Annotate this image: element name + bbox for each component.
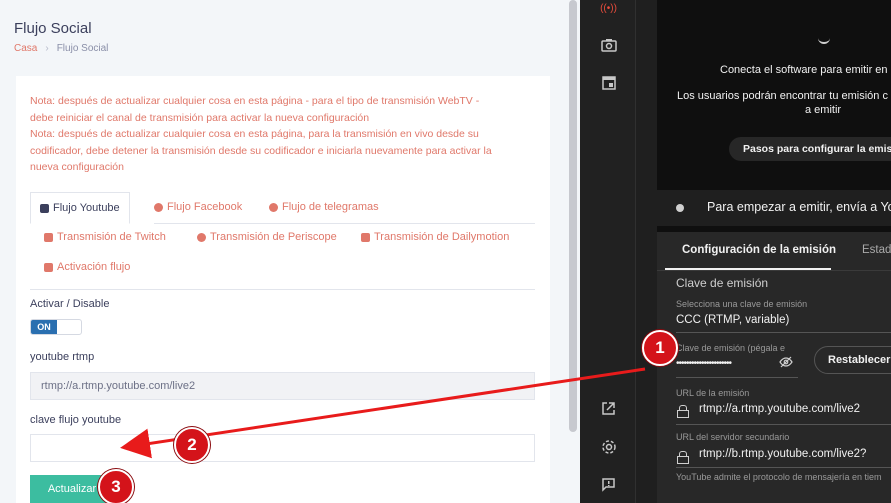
- select-key-label: Selecciona una clave de emisión: [676, 299, 808, 309]
- url-label: URL de la emisión: [676, 388, 750, 398]
- chevron-right-icon: ›: [45, 43, 49, 54]
- stream-url-value[interactable]: rtmp://a.rtmp.youtube.com/live2: [699, 403, 860, 415]
- twitch-icon: [44, 232, 53, 242]
- camera-icon[interactable]: [600, 38, 617, 55]
- backup-url-label: URL del servidor secundario: [676, 432, 790, 442]
- stream-settings-panel: Flujo Social Casa › Flujo Social Nota: d…: [0, 0, 567, 503]
- toggle-label: Activar / Disable: [30, 298, 110, 310]
- annotation-marker-2: 2: [174, 427, 210, 463]
- reset-key-button[interactable]: Restablecer: [814, 346, 891, 374]
- eye-off-icon[interactable]: [779, 356, 793, 371]
- breadcrumb-home[interactable]: Casa: [14, 43, 37, 54]
- annotation-marker-1: 1: [642, 330, 678, 366]
- external-link-icon[interactable]: [600, 401, 617, 418]
- tab-stream-settings[interactable]: Configuración de la emisión: [682, 244, 836, 256]
- lock-icon-backup: [677, 451, 689, 464]
- backup-url-value[interactable]: rtmp://b.rtmp.youtube.com/live2?: [699, 448, 866, 460]
- loading-icon: [818, 38, 830, 44]
- gear-icon[interactable]: [600, 439, 617, 456]
- stream-key-label: clave flujo youtube: [30, 414, 122, 426]
- left-rail: ((•)): [580, 0, 636, 503]
- stream-tabs: Flujo Youtube Flujo Facebook Flujo de te…: [30, 192, 535, 292]
- protocol-note: YouTube admite el protocolo de mensajerí…: [676, 472, 882, 482]
- activate-toggle[interactable]: ON: [30, 319, 82, 335]
- status-bar: Para empezar a emitir, envía a Yo: [657, 190, 891, 226]
- periscope-icon: [197, 232, 206, 242]
- tab-twitch[interactable]: Transmisión de Twitch: [44, 231, 166, 243]
- tab-activation[interactable]: Activación flujo: [44, 261, 130, 273]
- tab-periscope[interactable]: Transmisión de Periscope: [197, 231, 337, 243]
- facebook-icon: [154, 202, 163, 212]
- live-icon[interactable]: ((•)): [600, 0, 617, 17]
- note-line-5: nueva configuración: [30, 161, 124, 173]
- status-dot-icon: [676, 204, 684, 212]
- stream-main: Conecta el software para emitir en Los u…: [657, 0, 891, 503]
- preview-line-3: a emitir: [805, 104, 842, 116]
- tab-youtube[interactable]: Flujo Youtube: [30, 192, 130, 224]
- page-title: Flujo Social: [14, 20, 92, 37]
- note-line-2: debe reiniciar el canal de transmisión p…: [30, 112, 370, 124]
- feedback-icon[interactable]: [600, 477, 617, 494]
- check-icon: [44, 262, 53, 272]
- tab-facebook[interactable]: Flujo Facebook: [154, 201, 242, 213]
- select-key-dropdown[interactable]: CCC (RTMP, variable): [676, 314, 789, 326]
- key-field-label: Clave de emisión (pégala e: [676, 343, 786, 353]
- toggle-on-label: ON: [31, 320, 57, 334]
- tab-divider-top: [154, 223, 535, 224]
- annotation-marker-3: 3: [98, 469, 134, 503]
- youtube-icon: [40, 203, 49, 213]
- preview-line-2: Los usuarios podrán encontrar tu emisión…: [677, 90, 888, 102]
- stream-key-section-title: Clave de emisión: [676, 276, 769, 290]
- key-field-underline: [676, 377, 798, 378]
- scrollbar-thumb[interactable]: [569, 0, 577, 432]
- note-line-3: Nota: después de actualizar cualquier co…: [30, 128, 479, 140]
- breadcrumb-current: Flujo Social: [56, 43, 109, 54]
- setup-steps-button[interactable]: Pasos para configurar la emis: [729, 137, 891, 161]
- preview-line-1: Conecta el software para emitir en: [720, 64, 888, 76]
- stream-settings: Configuración de la emisión Estad Clave …: [657, 232, 891, 503]
- dropdown-underline: [676, 332, 891, 333]
- dailymotion-icon: [361, 232, 370, 242]
- url-underline: [676, 424, 891, 425]
- lock-icon: [677, 405, 689, 418]
- telegram-icon: [269, 202, 278, 212]
- breadcrumb: Casa › Flujo Social: [14, 43, 108, 54]
- tab-stats[interactable]: Estad: [862, 244, 891, 256]
- rtmp-url-field[interactable]: rtmp://a.rtmp.youtube.com/live2: [30, 372, 535, 400]
- tab-telegram[interactable]: Flujo de telegramas: [269, 201, 379, 213]
- key-field-value[interactable]: ••••••••••••••••••••••: [676, 358, 732, 369]
- rtmp-label: youtube rtmp: [30, 351, 95, 363]
- settings-card: Nota: después de actualizar cualquier co…: [16, 76, 550, 503]
- calendar-icon[interactable]: [600, 75, 617, 92]
- youtube-studio-panel: ((•)) Conecta el software para emitir en…: [580, 0, 891, 503]
- stream-preview: Conecta el software para emitir en Los u…: [657, 0, 891, 188]
- stream-key-input[interactable]: [30, 434, 535, 462]
- status-text: Para empezar a emitir, envía a Yo: [707, 200, 891, 214]
- note-line-1: Nota: después de actualizar cualquier co…: [30, 95, 480, 107]
- note-line-4: codificador, debe detener la transmisión…: [30, 145, 492, 157]
- tab-divider: [30, 289, 535, 290]
- tab-dailymotion[interactable]: Transmisión de Dailymotion: [361, 231, 509, 243]
- backup-url-underline: [676, 467, 891, 468]
- tab-border: [657, 270, 891, 271]
